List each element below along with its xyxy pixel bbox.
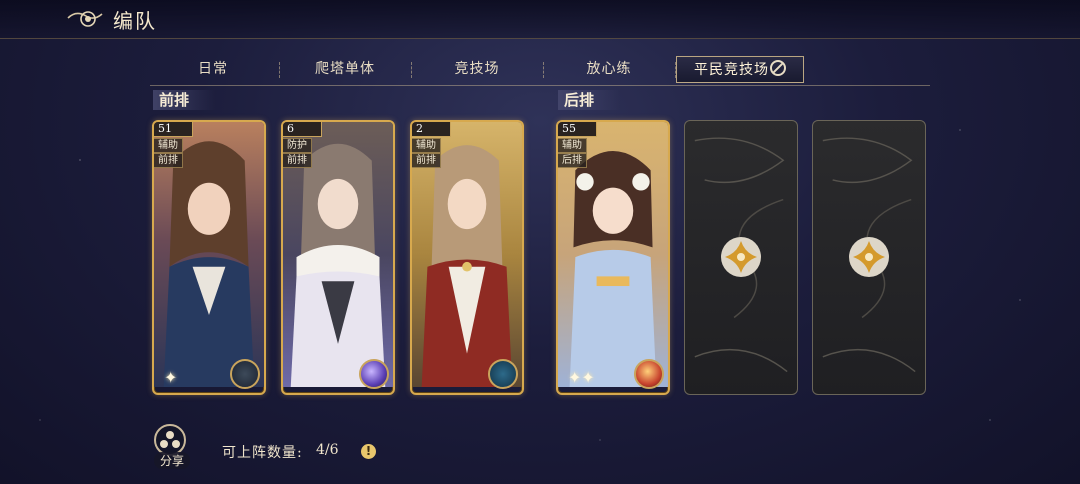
ban-icon xyxy=(770,60,786,76)
position-tag: 前排 xyxy=(154,153,183,168)
tab-civilian-arena-label: 平民竞技场 xyxy=(694,62,769,78)
level-badge: 6 xyxy=(283,122,322,137)
compass-element-icon xyxy=(488,359,518,389)
tab-tower-single[interactable]: 爬塔单体 xyxy=(282,56,408,83)
purple-orb-element-icon xyxy=(359,359,389,389)
info-icon[interactable]: ! xyxy=(361,444,376,459)
empty-slot-emblem-icon xyxy=(849,237,889,277)
level-badge: 2 xyxy=(412,122,451,137)
position-tag: 前排 xyxy=(283,153,312,168)
front-row-label: 前排 xyxy=(153,90,216,110)
role-tag: 辅助 xyxy=(154,138,183,153)
sparkle-icon: ✦ xyxy=(164,368,178,387)
front-card-3[interactable]: 2 辅助 前排 xyxy=(410,120,524,395)
tab-civilian-arena[interactable]: 平民竞技场 xyxy=(676,56,804,83)
front-card-2[interactable]: 6 防护 前排 xyxy=(281,120,395,395)
tab-divider xyxy=(543,62,544,78)
tab-daily[interactable]: 日常 xyxy=(150,56,276,83)
level-badge: 51 xyxy=(154,122,193,137)
level-badge: 55 xyxy=(558,122,597,137)
deploy-count-label: 可上阵数量: xyxy=(222,445,303,461)
compass-element-icon xyxy=(230,359,260,389)
swirl-emblem-icon xyxy=(67,11,103,27)
empty-slot-2[interactable] xyxy=(812,120,926,395)
role-tag: 防护 xyxy=(283,138,312,153)
tabs-underline xyxy=(150,85,930,86)
deploy-count-value: 4/6 xyxy=(316,442,339,458)
empty-slot-1[interactable] xyxy=(684,120,798,395)
tab-divider xyxy=(411,62,412,78)
share-icon xyxy=(160,431,180,448)
position-tag: 后排 xyxy=(558,153,587,168)
header-bar: 编队 xyxy=(0,0,1080,39)
front-card-1[interactable]: 51 辅助 前排 ✦ xyxy=(152,120,266,395)
back-card-1[interactable]: 55 辅助 后排 ✦✦ xyxy=(556,120,670,395)
tab-arena[interactable]: 竞技场 xyxy=(414,56,540,83)
back-row-label: 后排 xyxy=(558,90,621,110)
tab-divider xyxy=(279,62,280,78)
sparkle-icon: ✦✦ xyxy=(568,368,595,387)
tab-practice[interactable]: 放心练 xyxy=(546,56,672,83)
red-orb-element-icon xyxy=(634,359,664,389)
role-tag: 辅助 xyxy=(412,138,441,153)
mode-tabs: 日常 爬塔单体 竞技场 放心练 平民竞技场 xyxy=(150,56,930,84)
role-tag: 辅助 xyxy=(558,138,587,153)
empty-slot-emblem-icon xyxy=(721,237,761,277)
position-tag: 前排 xyxy=(412,153,441,168)
page-title: 编队 xyxy=(113,9,157,33)
share-label: 分享 xyxy=(154,452,190,469)
